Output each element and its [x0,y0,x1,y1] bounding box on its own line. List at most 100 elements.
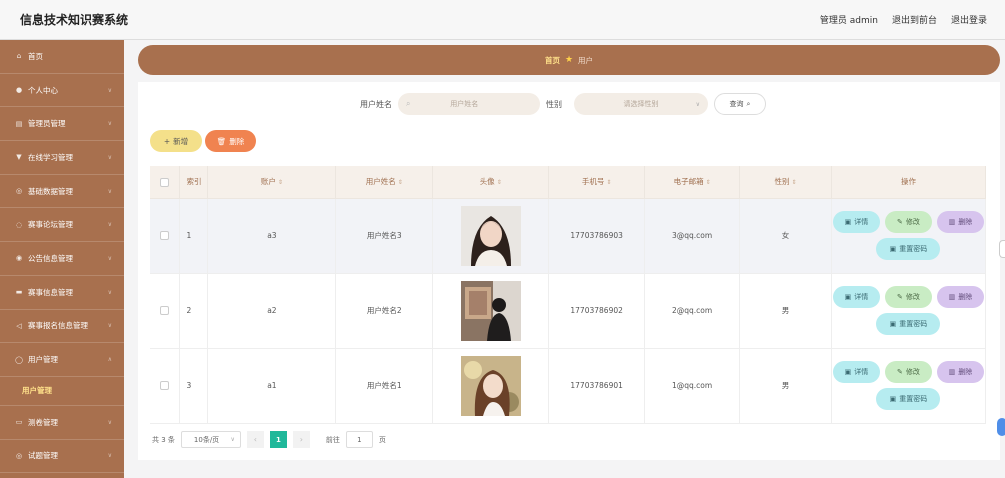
header-email-label: 电子邮箱 [673,177,704,187]
row-checkbox[interactable] [160,381,170,391]
header-name[interactable]: 用户姓名 ⇕ [335,166,434,199]
cell-index: 1 [179,198,209,274]
page-size-select[interactable]: 10条/页 ∨ [180,431,241,448]
sidebar-subitem-user-manage[interactable]: 用户管理 [0,377,124,406]
reset-password-button[interactable]: ▣ 重置密码 [876,238,941,260]
delete-row-button[interactable]: ▥ 删除 [936,286,984,308]
edit-button[interactable]: ✎ 修改 [884,286,932,308]
next-page-button[interactable]: › [292,431,310,448]
sidebar-item-questions[interactable]: ◎ 试题管理 ∨ [0,440,124,474]
name-search-input[interactable]: ⌕ 用户姓名 [398,93,540,115]
sidebar-item-users[interactable]: ◯ 用户管理 ∧ [0,343,124,377]
question-icon: ◎ [15,451,23,460]
name-filter-label: 用户姓名 [360,99,392,109]
header-email[interactable]: 电子邮箱 ⇕ [644,166,741,199]
name-search-placeholder: 用户姓名 [450,100,479,108]
edit-button[interactable]: ✎ 修改 [884,361,932,383]
sort-icon[interactable]: ⇕ [278,179,283,186]
breadcrumb-home[interactable]: 首页 [545,55,560,66]
gender-select[interactable]: 请选择性别 ∨ [574,93,708,115]
header-gender[interactable]: 性别 ⇕ [739,166,832,199]
reset-password-button[interactable]: ▣ 重置密码 [876,388,941,410]
add-button[interactable]: + 新增 [150,130,202,152]
star-icon: ★ [564,55,574,65]
detail-button[interactable]: ▣ 详情 [832,361,880,383]
table-row[interactable]: 2 a2 用户姓名2 17703786902 2@qq.com 男 ▣ 详情 ✎… [150,273,987,349]
table-row[interactable]: 1 a3 用户姓名3 17703786903 3@qq.com 女 ▣ 详情 ✎… [150,198,987,274]
cell-avatar [432,348,550,424]
reset-label: 重置密码 [899,320,928,328]
detail-icon: ▣ [844,218,852,226]
sort-icon[interactable]: ⇕ [606,179,611,186]
sort-icon[interactable]: ⇕ [706,179,711,186]
sidebar-item-label: 公告信息管理 [28,253,73,263]
header-phone[interactable]: 手机号 ⇕ [548,166,646,199]
trash-icon: ▥ [948,218,956,226]
row-actions: ▣ 详情 ✎ 修改 ▥ 删除 ▣ 重置密码 [832,361,985,410]
sidebar-item-learning[interactable]: ▼ 在线学习管理 ∨ [0,141,124,175]
detail-button[interactable]: ▣ 详情 [832,211,880,233]
row-checkbox[interactable] [160,306,170,316]
floating-scroll-button[interactable] [997,418,1005,436]
notice-icon: ◉ [15,254,23,263]
delete-row-button[interactable]: ▥ 删除 [936,361,984,383]
header-account[interactable]: 账户 ⇕ [207,166,337,199]
page-number-current[interactable]: 1 [269,431,287,448]
trash-icon: ▥ [948,368,956,376]
cell-email: 2@qq.com [644,273,741,349]
sort-icon[interactable]: ⇕ [792,179,797,186]
reset-password-button[interactable]: ▣ 重置密码 [876,313,941,335]
edit-label: 修改 [905,368,920,376]
trash-icon: ▥ [948,293,956,301]
exit-to-front-link[interactable]: 退出到前台 [892,13,937,26]
app-title: 信息技术知识赛系统 [20,13,129,27]
side-drawer-handle[interactable] [999,240,1005,258]
prev-page-button[interactable]: ‹ [246,431,264,448]
header-ops-label: 操作 [900,177,916,187]
header-avatar[interactable]: 头像 ⇕ [432,166,550,199]
sort-icon[interactable]: ⇕ [398,179,403,186]
row-actions-top: ▣ 详情 ✎ 修改 ▥ 删除 [832,361,984,383]
edit-button[interactable]: ✎ 修改 [884,211,932,233]
cell-index: 2 [179,273,209,349]
cell-phone: 17703786902 [548,273,646,349]
cell-ops: ▣ 详情 ✎ 修改 ▥ 删除 ▣ 重置密码 [831,198,987,274]
reset-label: 重置密码 [899,245,928,253]
header-ops: 操作 [831,166,987,199]
pagination: 共 3 条 10条/页 ∨ ‹ 1 › 前往 1 页 [152,431,386,448]
select-all-checkbox[interactable] [160,177,170,187]
delete-row-button[interactable]: ▥ 删除 [936,211,984,233]
edit-icon: ✎ [897,368,903,376]
cell-name: 用户姓名3 [335,198,434,274]
sidebar-item-base-data[interactable]: ◎ 基础数据管理 ∨ [0,175,124,209]
row-checkbox[interactable] [160,231,170,241]
row-checkbox-cell [150,348,181,424]
database-icon: ◎ [15,187,23,196]
header-index-label: 索引 [186,177,202,187]
chevron-down-icon: ∨ [107,153,112,161]
breadcrumb: 首页 ★ 用户 [138,45,1000,75]
admin-user-link[interactable]: 管理员 admin [820,13,878,26]
goto-page-input[interactable]: 1 [345,431,373,448]
batch-delete-button[interactable]: 🗑 删除 [205,130,256,152]
goto-label: 前往 [325,435,340,444]
sidebar-item-notice[interactable]: ◉ 公告信息管理 ∨ [0,242,124,276]
table-row[interactable]: 3 a1 用户姓名1 17703786901 1@qq.com 男 ▣ 详情 ✎… [150,348,987,424]
sort-icon[interactable]: ⇕ [497,179,502,186]
sidebar-item-admins[interactable]: ▤ 管理员管理 ∨ [0,107,124,142]
cell-avatar [432,273,550,349]
cell-avatar [432,198,550,274]
detail-icon: ▣ [844,368,852,376]
query-button[interactable]: 查询 ⌕ [714,93,766,115]
sidebar-item-label: 测卷管理 [28,417,58,427]
sidebar-item-event[interactable]: ▬ 赛事信息管理 ∨ [0,276,124,310]
sidebar-item-profile[interactable]: ● 个人中心 ∨ [0,74,124,108]
logout-link[interactable]: 退出登录 [951,13,987,26]
sidebar-item-home[interactable]: ⌂ 首页 [0,40,124,74]
sidebar-item-papers[interactable]: ▭ 测卷管理 ∨ [0,406,124,440]
row-actions: ▣ 详情 ✎ 修改 ▥ 删除 ▣ 重置密码 [832,211,985,260]
sidebar-item-forum[interactable]: ◌ 赛事论坛管理 ∨ [0,208,124,243]
header-index: 索引 [179,166,209,199]
sidebar-item-signup[interactable]: ◁ 赛事报名信息管理 ∨ [0,310,124,344]
detail-button[interactable]: ▣ 详情 [832,286,880,308]
